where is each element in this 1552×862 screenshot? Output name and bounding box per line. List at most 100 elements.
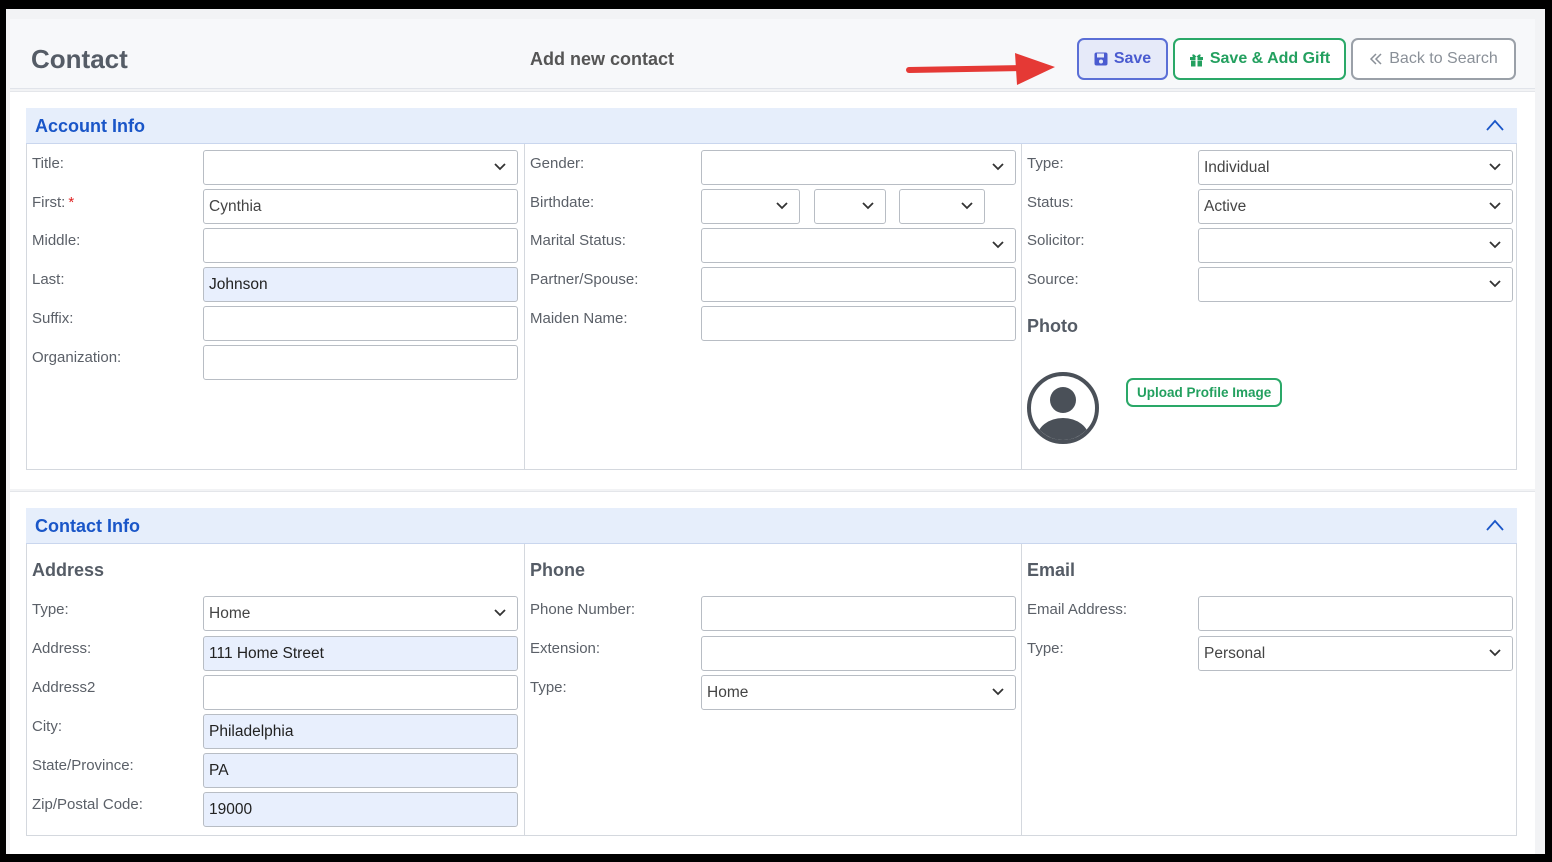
contact-info-section: Contact Info Address Type: Home Address:… [10,491,1535,854]
save-icon [1094,52,1108,66]
phone-number-label: Phone Number: [530,601,636,618]
extension-input[interactable] [701,636,1016,671]
chevron-down-icon [992,241,1004,249]
user-avatar-icon [1027,372,1099,444]
chevron-up-icon[interactable] [1485,118,1505,132]
suffix-label: Suffix: [32,310,74,327]
email-address-label: Email Address: [1027,601,1128,618]
chevron-down-icon [992,163,1004,171]
type-label: Type: [1027,155,1064,172]
address-input[interactable]: 111 Home Street [203,636,518,671]
solicitor-label: Solicitor: [1027,232,1085,249]
chevron-down-icon [494,163,506,171]
email-column: Email Email Address: Type: Personal [1021,544,1517,835]
red-arrow-annotation [906,53,1055,85]
address-heading: Address [32,560,105,580]
birthdate-year-select[interactable] [899,189,985,224]
first-name-input[interactable]: Cynthia [203,189,518,224]
middle-label: Middle: [32,232,81,249]
chevron-down-icon [1489,280,1501,288]
contact-info-header[interactable]: Contact Info [26,508,1517,544]
status-select[interactable]: Active [1198,189,1513,224]
city-label: City: [32,718,62,735]
back-to-search-button[interactable]: Back to Search [1351,38,1516,80]
contact-info-title: Contact Info [35,516,140,536]
city-input[interactable]: Philadelphia [203,714,518,749]
photo-heading: Photo [1027,316,1078,336]
phone-number-input[interactable] [701,596,1016,631]
title-select[interactable] [203,150,518,185]
gender-label: Gender: [530,155,585,172]
address-type-label: Type: [32,601,69,618]
gender-select[interactable] [701,150,1016,185]
chevron-down-icon [494,609,506,617]
birthdate-label: Birthdate: [530,194,595,211]
maiden-name-input[interactable] [701,306,1016,341]
marital-status-select[interactable] [701,228,1016,263]
source-select[interactable] [1198,267,1513,302]
address-type-select[interactable]: Home [203,596,518,631]
double-chevron-left-icon [1370,53,1382,65]
email-heading: Email [1027,560,1076,580]
phone-column: Phone Phone Number: Extension: Type: Hom… [524,544,1021,835]
partner-input[interactable] [701,267,1016,302]
address-column: Address Type: Home Address: 111 Home Str… [27,544,524,835]
birthdate-day-select[interactable] [814,189,886,224]
birthdate-month-select[interactable] [701,189,800,224]
account-info-grid: Title: First: * Cynthia Middle: Last: Joh… [26,144,1517,470]
app-window: Contact Add new contact Save Save & Add … [6,9,1545,854]
partner-label: Partner/Spouse: [530,271,639,288]
phone-type-select[interactable]: Home [701,675,1016,710]
chevron-down-icon [1489,163,1501,171]
back-to-search-label: Back to Search [1389,50,1498,67]
chevron-down-icon [992,688,1004,696]
account-info-title: Account Info [35,116,145,136]
gift-icon [1189,53,1203,67]
source-label: Source: [1027,271,1079,288]
account-col-status: Type: Individual Status: Active Solicito… [1021,144,1517,469]
organization-label: Organization: [32,349,122,366]
save-button[interactable]: Save [1077,38,1168,80]
save-and-add-gift-label: Save & Add Gift [1209,50,1331,67]
email-type-select[interactable]: Personal [1198,636,1513,671]
status-label: Status: [1027,194,1074,211]
email-type-label: Type: [1027,640,1064,657]
last-name-input[interactable]: Johnson [203,267,518,302]
upload-profile-image-button[interactable]: Upload Profile Image [1126,378,1283,407]
save-button-label: Save [1113,50,1152,67]
chevron-down-icon [776,202,788,210]
address2-label: Address2 [32,679,96,696]
zip-input[interactable]: 19000 [203,792,518,827]
save-and-add-gift-button[interactable]: Save & Add Gift [1173,38,1346,80]
chevron-down-icon [1489,649,1501,657]
type-select[interactable]: Individual [1198,150,1513,185]
chevron-down-icon [1489,241,1501,249]
page-title: Contact [31,44,128,74]
email-address-input[interactable] [1198,596,1513,631]
last-label: Last: [32,271,65,288]
chevron-up-icon[interactable] [1485,518,1505,532]
suffix-input[interactable] [203,306,518,341]
account-info-section: Account Info Title: First: * Cynthia Midd… [10,91,1535,489]
account-col-personal: Gender: Birthdate: Marital Status: Partn… [524,144,1021,469]
marital-status-label: Marital Status: [530,232,626,249]
page-subtitle: Add new contact [530,49,675,69]
phone-type-label: Type: [530,679,567,696]
state-label: State/Province: [32,757,134,774]
solicitor-select[interactable] [1198,228,1513,263]
middle-name-input[interactable] [203,228,518,263]
maiden-name-label: Maiden Name: [530,310,628,327]
required-marker: * [68,194,75,211]
phone-heading: Phone [530,560,586,580]
contact-info-grid: Address Type: Home Address: 111 Home Str… [26,544,1517,836]
title-label: Title: [32,155,64,172]
chevron-down-icon [1489,202,1501,210]
organization-input[interactable] [203,345,518,380]
zip-label: Zip/Postal Code: [32,796,143,813]
address-label: Address: [32,640,92,657]
chevron-down-icon [961,202,973,210]
address2-input[interactable] [203,675,518,710]
account-info-header[interactable]: Account Info [26,108,1517,144]
state-input[interactable]: PA [203,753,518,788]
extension-label: Extension: [530,640,601,657]
